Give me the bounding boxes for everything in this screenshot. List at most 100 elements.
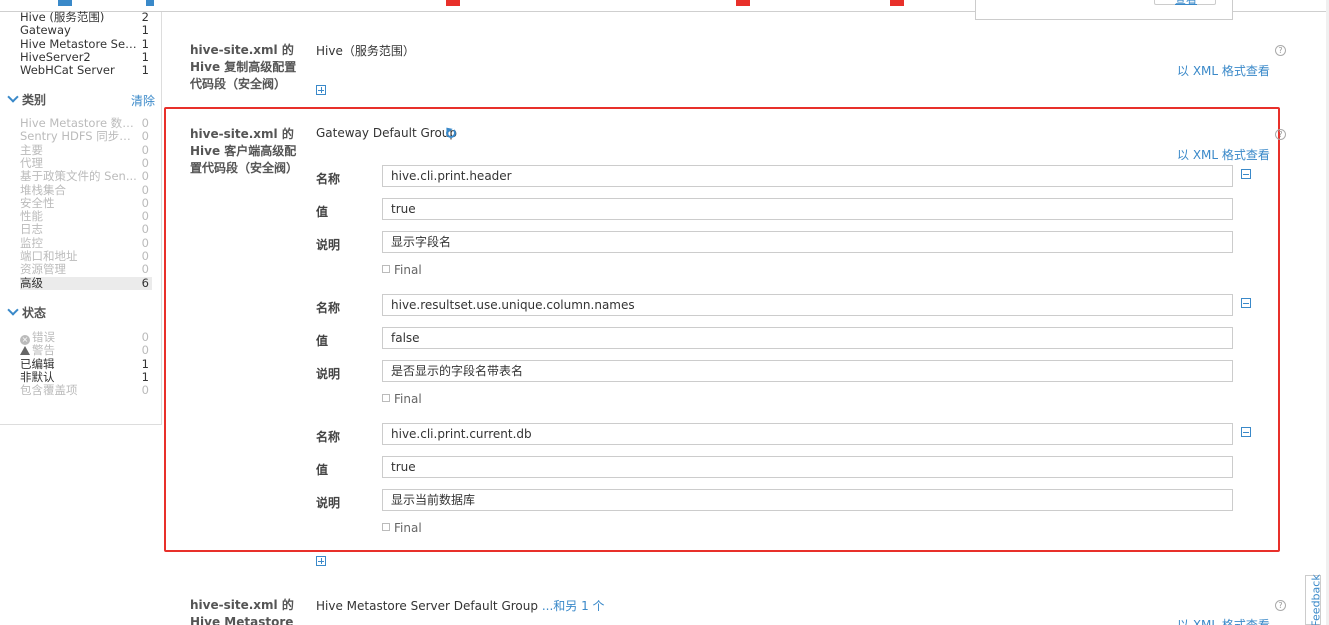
filter-item[interactable]: Hive (服务范围) 2 bbox=[20, 11, 152, 24]
filter-item[interactable]: 已编辑 1 bbox=[20, 356, 152, 371]
filter-item[interactable]: 主要 0 bbox=[20, 143, 152, 157]
property-value-input[interactable]: false bbox=[382, 327, 1233, 349]
filter-item-count: 1 bbox=[141, 356, 149, 371]
scope-label: Gateway Default Group bbox=[316, 126, 458, 140]
more-groups-link[interactable]: ...和另 1 个 bbox=[542, 599, 605, 613]
category-heading[interactable]: 类别 bbox=[7, 91, 46, 107]
feedback-button[interactable]: Feedback bbox=[1305, 574, 1323, 625]
property-description-input[interactable]: 是否显示的字段名带表名 bbox=[382, 360, 1233, 382]
filter-item-count: 2 bbox=[141, 10, 149, 24]
filter-item[interactable]: 安全性 0 bbox=[20, 196, 152, 210]
help-icon[interactable]: ? bbox=[1275, 45, 1286, 56]
filter-item-text: 性能 bbox=[20, 210, 43, 224]
property-name-input[interactable]: hive.cli.print.header bbox=[382, 165, 1233, 187]
final-checkbox[interactable]: Final bbox=[382, 263, 422, 277]
filter-item[interactable]: Gateway 1 bbox=[20, 24, 152, 37]
filter-popup: 查看 bbox=[975, 0, 1233, 20]
remove-entry-icon[interactable] bbox=[1241, 169, 1251, 179]
toolbar-icon[interactable] bbox=[146, 0, 154, 6]
filter-item[interactable]: 高级 6 bbox=[20, 276, 152, 290]
filter-item[interactable]: 代理 0 bbox=[20, 156, 152, 170]
property-value-input[interactable]: true bbox=[382, 456, 1233, 478]
filter-item-text: WebHCat Server bbox=[20, 64, 115, 78]
filter-item[interactable]: 资源管理 0 bbox=[20, 263, 152, 276]
description-label: 说明 bbox=[316, 238, 341, 252]
filter-item[interactable]: 非默认 1 bbox=[20, 369, 152, 384]
filter-item[interactable]: HiveServer2 1 bbox=[20, 49, 152, 64]
filter-item-text: 包含覆盖项 bbox=[20, 384, 78, 398]
final-checkbox[interactable]: Final bbox=[382, 521, 422, 535]
filter-item[interactable]: Sentry HDFS 同步缓存 0 bbox=[20, 130, 152, 143]
toolbar-icon[interactable] bbox=[58, 0, 72, 6]
filter-item-label: 非默认 bbox=[20, 371, 140, 384]
filter-item-text: 高级 bbox=[20, 276, 43, 290]
filter-item-text: 主要 bbox=[20, 143, 43, 157]
section-title: hive-site.xml 的 Hive 客户端高级配置代码段（安全阀） bbox=[190, 127, 299, 175]
property-name-input[interactable]: hive.cli.print.current.db bbox=[382, 423, 1233, 445]
filter-item[interactable]: × 错误 0 bbox=[20, 330, 152, 345]
filter-item-label: HiveServer2 bbox=[20, 51, 140, 64]
description-label: 说明 bbox=[316, 496, 341, 510]
view-button[interactable]: 查看 bbox=[1154, 0, 1216, 6]
filter-item-count: 1 bbox=[141, 369, 149, 384]
filter-item-label: 代理 bbox=[20, 157, 140, 170]
filter-item-count: 0 bbox=[141, 330, 149, 344]
property-description-input[interactable]: 显示当前数据库 bbox=[382, 489, 1233, 511]
clear-filters-link[interactable]: 清除 bbox=[131, 92, 155, 109]
flag-icon bbox=[890, 0, 904, 6]
checkbox-icon[interactable] bbox=[382, 394, 390, 402]
description-label: 说明 bbox=[316, 367, 341, 381]
filter-item-label: 资源管理 bbox=[20, 263, 140, 276]
help-icon[interactable]: ? bbox=[1275, 600, 1286, 611]
reset-to-default-icon[interactable] bbox=[446, 128, 456, 138]
filter-item[interactable]: 基于政策文件的 Sen... 0 bbox=[20, 170, 152, 183]
filter-item-count: 1 bbox=[141, 49, 149, 64]
filter-item[interactable]: 堆栈集合 0 bbox=[20, 183, 152, 197]
final-checkbox[interactable]: Final bbox=[382, 392, 422, 406]
filter-item-text: 安全性 bbox=[20, 196, 55, 210]
filter-item-text: HiveServer2 bbox=[20, 50, 91, 64]
view-as-xml-link[interactable]: 以 XML 格式查看 bbox=[1177, 146, 1270, 163]
final-label: Final bbox=[394, 521, 422, 535]
checkbox-icon[interactable] bbox=[382, 523, 390, 531]
property-value-input[interactable]: true bbox=[382, 198, 1233, 220]
remove-entry-icon[interactable] bbox=[1241, 298, 1251, 308]
view-as-xml-link[interactable]: 以 XML 格式查看 bbox=[1177, 616, 1270, 625]
filter-item[interactable]: Hive Metastore Server 1 bbox=[20, 37, 152, 51]
filter-item-label: 监控 bbox=[20, 237, 140, 250]
scope-label: Hive Metastore Server Default Group ...和… bbox=[316, 599, 605, 613]
filter-item-label: 已编辑 bbox=[20, 358, 140, 371]
filter-item[interactable]: 端口和地址 0 bbox=[20, 250, 152, 263]
filter-item-text: Hive Metastore 数据库 bbox=[20, 117, 140, 130]
filter-item-label: Gateway bbox=[20, 24, 140, 37]
filter-item[interactable]: 警告 0 bbox=[20, 344, 152, 357]
filter-item[interactable]: 性能 0 bbox=[20, 210, 152, 223]
property-description-input[interactable]: 显示字段名 bbox=[382, 231, 1233, 253]
help-icon[interactable]: ? bbox=[1275, 129, 1286, 140]
final-label: Final bbox=[394, 392, 422, 406]
name-label: 名称 bbox=[316, 301, 341, 315]
view-as-xml-link[interactable]: 以 XML 格式查看 bbox=[1177, 62, 1270, 79]
filter-item-label: WebHCat Server bbox=[20, 64, 140, 77]
flag-icon bbox=[736, 0, 750, 6]
filter-item-count: 0 bbox=[141, 222, 149, 237]
filter-item[interactable]: Hive Metastore 数据库 0 bbox=[20, 117, 152, 130]
property-name-input[interactable]: hive.resultset.use.unique.column.names bbox=[382, 294, 1233, 316]
filter-item-label: Sentry HDFS 同步缓存 bbox=[20, 130, 140, 143]
status-heading[interactable]: 状态 bbox=[7, 304, 46, 320]
remove-entry-icon[interactable] bbox=[1241, 427, 1251, 437]
filter-item[interactable]: 监控 0 bbox=[20, 236, 152, 250]
chevron-down-icon bbox=[7, 304, 19, 316]
add-entry-icon[interactable] bbox=[316, 85, 326, 95]
filter-item[interactable]: 日志 0 bbox=[20, 223, 152, 236]
filter-item[interactable]: WebHCat Server 1 bbox=[20, 64, 152, 77]
add-entry-icon[interactable] bbox=[316, 556, 326, 566]
filter-item-text: Hive Metastore Server bbox=[20, 37, 140, 51]
checkbox-icon[interactable] bbox=[382, 265, 390, 273]
value-label: 值 bbox=[316, 334, 329, 348]
filter-item[interactable]: 包含覆盖项 0 bbox=[20, 384, 152, 397]
filter-item-label: 基于政策文件的 Sen... bbox=[20, 170, 140, 183]
filter-item-count: 1 bbox=[141, 23, 149, 38]
filter-item-count: 0 bbox=[141, 169, 149, 184]
chevron-down-icon bbox=[7, 91, 19, 103]
